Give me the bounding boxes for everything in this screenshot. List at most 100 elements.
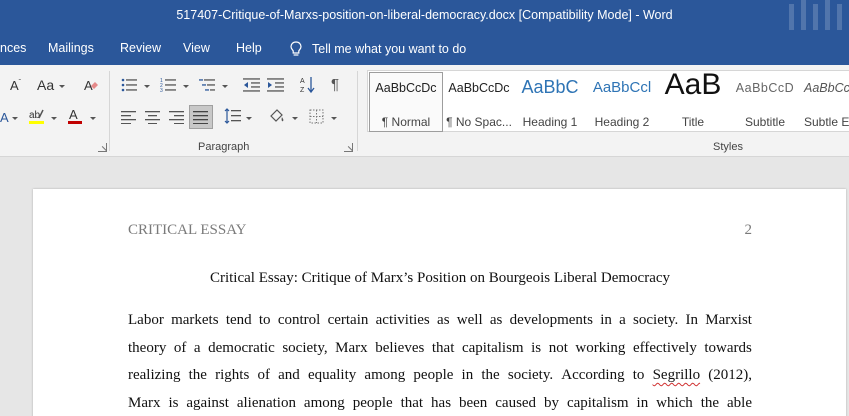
text-line: theory of a democratic society, Marx believes t… bbox=[128, 339, 752, 367]
word: among bbox=[364, 367, 406, 383]
chevron-down-icon[interactable] bbox=[331, 117, 337, 120]
paragraph-group-label: Paragraph bbox=[198, 141, 250, 153]
word: tend bbox=[225, 312, 252, 328]
style-heading-2[interactable]: AaBbCcl Heading 2 bbox=[586, 73, 658, 131]
group-divider bbox=[109, 71, 110, 151]
tab-mailings[interactable]: Mailings bbox=[48, 41, 94, 55]
chevron-down-icon[interactable] bbox=[292, 117, 298, 120]
chevron-down-icon[interactable] bbox=[144, 85, 150, 88]
tab-review[interactable]: Review bbox=[120, 41, 161, 55]
ribbon: Aˇ Aa A A ab A 1 2 3 A Z ¶ Paragraph AaB… bbox=[0, 65, 849, 157]
tab-help[interactable]: Help bbox=[236, 41, 262, 55]
word: in bbox=[600, 312, 612, 328]
chevron-down-icon[interactable] bbox=[90, 117, 96, 120]
tab-view[interactable]: View bbox=[183, 41, 210, 55]
word: society. bbox=[633, 312, 679, 328]
word: to bbox=[258, 312, 271, 328]
word: Labor bbox=[128, 312, 164, 328]
text-line: Marx is against alienation among people that ha… bbox=[128, 394, 752, 416]
line-spacing-icon[interactable] bbox=[224, 108, 242, 124]
word: the bbox=[188, 367, 207, 383]
justify-icon bbox=[193, 111, 208, 124]
tab-references[interactable]: nces bbox=[0, 41, 26, 55]
chevron-down-icon[interactable] bbox=[222, 85, 228, 88]
show-formatting-icon[interactable]: ¶ bbox=[331, 76, 339, 93]
lightbulb-icon bbox=[290, 41, 302, 56]
style-no-spacing[interactable]: AaBbCcDc ¶ No Spac... bbox=[443, 73, 515, 131]
clear-formatting-icon[interactable]: A bbox=[83, 77, 99, 93]
svg-text:A: A bbox=[69, 107, 78, 122]
word: democratic bbox=[208, 339, 275, 356]
document-area[interactable]: CRITICAL ESSAY 2 Critical Essay: Critiqu… bbox=[0, 158, 849, 416]
bullets-icon[interactable] bbox=[121, 77, 139, 93]
word: that bbox=[400, 394, 424, 411]
word: has bbox=[431, 394, 452, 411]
word: According bbox=[561, 367, 625, 383]
align-left-icon[interactable] bbox=[121, 110, 137, 124]
increase-indent-icon[interactable] bbox=[267, 77, 285, 93]
style-normal[interactable]: AaBbCcDc ¶ Normal bbox=[369, 72, 443, 132]
word: the bbox=[700, 394, 720, 411]
font-color-icon[interactable]: A bbox=[67, 107, 83, 125]
word: of bbox=[257, 367, 270, 383]
essay-title: Critical Essay: Critique of Marx’s Posit… bbox=[209, 270, 671, 286]
style-title[interactable]: AaB Title bbox=[657, 73, 729, 131]
document-page[interactable]: CRITICAL ESSAY 2 Critical Essay: Critiqu… bbox=[33, 189, 846, 416]
chevron-down-icon[interactable] bbox=[59, 85, 65, 88]
style-subtitle[interactable]: AaBbCcD Subtitle bbox=[729, 73, 801, 131]
shading-icon[interactable] bbox=[268, 108, 286, 125]
word: theory bbox=[128, 339, 167, 356]
chevron-down-icon[interactable] bbox=[183, 85, 189, 88]
word: been bbox=[458, 394, 488, 411]
font-dialog-launcher-icon[interactable] bbox=[98, 143, 107, 152]
word: able bbox=[727, 394, 752, 411]
title-bar: 517407-Critique-of-Marxs-position-on-lib… bbox=[0, 0, 849, 33]
word: certain bbox=[327, 312, 369, 328]
style-preview: AaBbCcDc bbox=[375, 81, 437, 95]
chevron-down-icon[interactable] bbox=[51, 117, 57, 120]
text-line: Labor markets tend to control certain activiti… bbox=[128, 311, 752, 339]
chevron-down-icon[interactable] bbox=[246, 117, 252, 120]
justify-button[interactable] bbox=[189, 105, 213, 129]
style-name: Heading 2 bbox=[594, 115, 650, 129]
multilevel-list-icon[interactable] bbox=[199, 77, 217, 93]
word: capitalism bbox=[461, 339, 524, 356]
sort-icon[interactable]: AZ bbox=[300, 76, 316, 94]
word: in bbox=[636, 394, 649, 411]
tell-me-search[interactable]: Tell me what you want to do bbox=[290, 39, 466, 59]
change-case-icon[interactable]: Aa bbox=[37, 77, 54, 93]
tell-me-label: Tell me what you want to do bbox=[312, 42, 467, 56]
highlight-color-icon[interactable]: ab bbox=[28, 107, 46, 125]
chevron-down-icon[interactable] bbox=[12, 117, 18, 120]
word: In bbox=[685, 312, 699, 328]
word: well bbox=[456, 312, 483, 328]
word: people bbox=[413, 367, 454, 383]
svg-text:3: 3 bbox=[160, 88, 163, 93]
word: which bbox=[656, 394, 693, 411]
borders-icon[interactable] bbox=[309, 109, 324, 124]
word: control bbox=[277, 312, 321, 328]
text-effects-icon[interactable]: A bbox=[0, 110, 9, 125]
align-right-icon[interactable] bbox=[169, 110, 185, 124]
align-center-icon[interactable] bbox=[145, 110, 161, 124]
style-heading-1[interactable]: AaBbC Heading 1 bbox=[514, 73, 586, 131]
word: as bbox=[489, 312, 503, 328]
body-paragraph[interactable]: Labor markets tend to control certain activiti… bbox=[128, 311, 752, 416]
word: rights bbox=[215, 367, 250, 383]
shrink-font-icon[interactable]: Aˇ bbox=[10, 78, 21, 93]
word: to bbox=[632, 367, 645, 383]
decrease-indent-icon[interactable] bbox=[243, 77, 261, 93]
paragraph-dialog-launcher-icon[interactable] bbox=[344, 143, 353, 152]
style-name: Title bbox=[681, 115, 705, 129]
numbering-icon[interactable]: 1 2 3 bbox=[160, 77, 178, 93]
word: is bbox=[168, 394, 179, 411]
word: by bbox=[544, 394, 559, 411]
text-line: realizing the rights of and equality among peop… bbox=[128, 366, 752, 394]
style-subtle-emphasis[interactable]: AaBbCcL Subtle Em bbox=[800, 73, 849, 131]
word: alienation bbox=[236, 394, 296, 411]
spelling-flagged-word: Segrillo bbox=[652, 367, 701, 383]
window-title: 517407-Critique-of-Marxs-position-on-lib… bbox=[176, 8, 673, 22]
word: Marx bbox=[335, 339, 368, 356]
svg-text:Z: Z bbox=[300, 87, 305, 94]
word: effectively bbox=[632, 339, 697, 356]
